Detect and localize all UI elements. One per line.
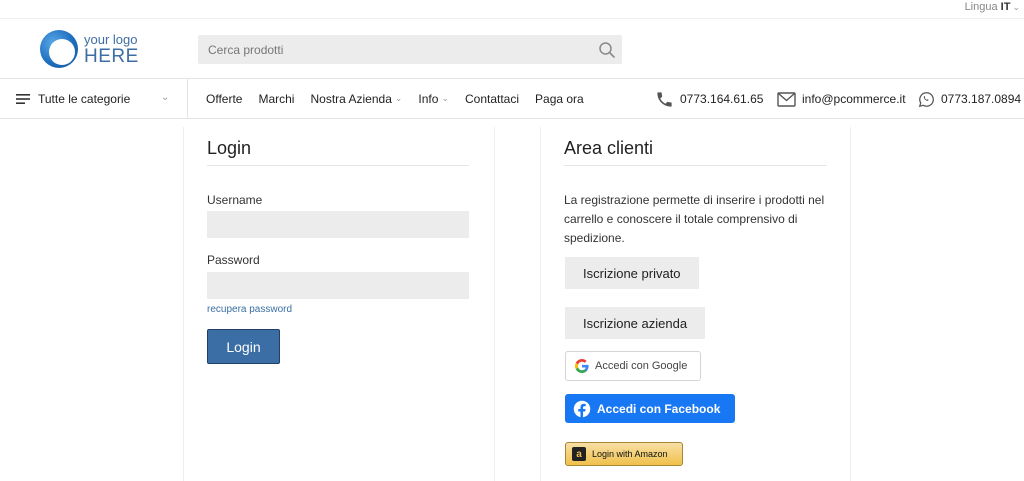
nav-item-offerte[interactable]: Offerte [206,92,242,106]
password-label: Password [207,253,260,267]
whatsapp-number: 0773.187.0894 [941,92,1022,106]
column-divider [494,127,495,481]
area-title-divider [564,165,827,166]
google-login-label: Accedi con Google [595,360,688,372]
register-company-button[interactable]: Iscrizione azienda [565,307,706,339]
registration-description: La registrazione permette di inserire i … [564,193,825,245]
google-login-button[interactable]: Accedi con Google [565,351,701,381]
phone-icon [657,91,672,107]
search-icon[interactable] [598,41,616,59]
search-bar [198,35,622,64]
language-selector[interactable]: Lingua IT ⌄ [965,1,1020,13]
mail-icon [777,91,796,107]
logo-text-bottom: HERE [84,46,139,67]
login-title: Login [207,138,252,158]
main-nav: Tutte le categorie ⌄ Offerte Marchi Nost… [0,79,1024,119]
logo[interactable]: your logo HERE [40,30,150,72]
categories-label: Tutte le categorie [38,92,131,106]
nav-item-paga-ora[interactable]: Paga ora [535,92,584,106]
login-button[interactable]: Login [207,329,280,364]
nav-item-contattaci[interactable]: Contattaci [465,92,519,106]
nav-item-nostra-azienda[interactable]: Nostra Azienda [310,92,402,106]
facebook-login-button[interactable]: Accedi con Facebook [565,394,735,423]
chevron-down-icon: ⌄ [1012,2,1020,12]
logo-text-top: your logo [84,32,138,47]
language-code: IT [1000,1,1011,13]
amazon-login-label: Login with Amazon [592,449,668,459]
nav-item-marchi[interactable]: Marchi [258,92,294,106]
amazon-icon: a [572,447,586,461]
contact-phone[interactable]: 0773.164.61.65 [655,88,763,110]
language-bar: Lingua IT ⌄ [0,0,1024,19]
search-input[interactable] [198,35,588,64]
header: your logo HERE [0,19,1024,79]
phone-number: 0773.164.61.65 [680,92,764,106]
facebook-login-label: Accedi con Facebook [597,401,721,416]
username-label: Username [207,193,263,207]
password-input[interactable] [207,272,469,299]
column-divider [183,127,184,481]
column-divider [850,127,851,481]
register-private-button[interactable]: Iscrizione privato [565,257,699,289]
whatsapp-icon [918,91,934,107]
area-clienti-title: Area clienti [564,138,654,158]
column-divider [540,127,541,481]
amazon-login-button[interactable]: a Login with Amazon [565,442,683,466]
nav-item-info[interactable]: Info [418,92,449,106]
recover-password-link[interactable]: recupera password [207,304,292,315]
facebook-icon [573,400,591,418]
logo-circle-icon [40,30,78,68]
chevron-down-icon: ⌄ [161,92,170,103]
hamburger-icon [16,94,30,104]
contact-whatsapp[interactable]: 0773.187.0894 [918,88,1021,110]
email-address: info@pcommerce.it [802,92,906,106]
categories-dropdown[interactable]: Tutte le categorie ⌄ [16,79,188,119]
contact-email[interactable]: info@pcommerce.it [777,88,906,110]
language-label: Lingua [964,1,998,13]
username-input[interactable] [207,211,469,238]
nav-menu: Offerte Marchi Nostra Azienda Info Conta… [206,92,600,106]
login-title-divider [207,165,469,166]
google-icon [575,359,589,373]
